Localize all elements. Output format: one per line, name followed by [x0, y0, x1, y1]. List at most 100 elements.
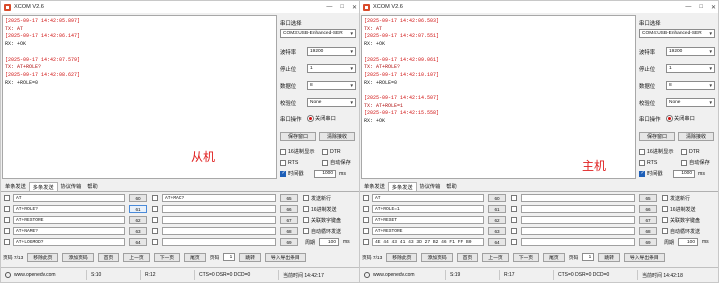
rts-checkbox-box[interactable]: [280, 159, 286, 166]
send-command-button[interactable]: 62: [488, 216, 506, 224]
import-export-button[interactable]: 导入导出条目: [623, 252, 665, 262]
stop-bits-select[interactable]: 1 ▼: [666, 64, 715, 73]
next-page-button[interactable]: 下一页: [512, 252, 540, 262]
send-command-button-2[interactable]: 65: [280, 194, 298, 202]
dtr-checkbox-box[interactable]: [322, 148, 328, 155]
send-command-button[interactable]: 63: [129, 227, 147, 235]
add-page-button[interactable]: 添加页码: [421, 252, 453, 262]
close-icon[interactable]: ✕: [711, 4, 716, 11]
send-command-button-2[interactable]: 69: [639, 238, 657, 246]
send-command-button[interactable]: 63: [488, 227, 506, 235]
command-field-2[interactable]: [162, 227, 276, 235]
jump-button[interactable]: 跳转: [239, 252, 261, 262]
send-command-button-2[interactable]: 67: [280, 216, 298, 224]
command-field-2[interactable]: AT+MAC?: [162, 194, 276, 202]
minimize-icon[interactable]: —: [326, 4, 332, 10]
remove-page-button[interactable]: 移除此页: [386, 252, 418, 262]
row-hex-checkbox[interactable]: [4, 206, 10, 212]
close-icon[interactable]: ✕: [352, 4, 357, 11]
next-page-button[interactable]: 下一页: [153, 252, 181, 262]
parity-select[interactable]: None ▼: [307, 98, 356, 107]
auto-loop-checkbox[interactable]: 自动循环发送: [662, 226, 700, 236]
row2-hex-checkbox[interactable]: [511, 239, 517, 245]
prev-page-button[interactable]: 上一页: [123, 252, 150, 262]
page-input[interactable]: 1: [223, 253, 236, 261]
rts-checkbox[interactable]: RTS: [280, 159, 322, 166]
row-hex-checkbox[interactable]: [4, 239, 10, 245]
hex-display-checkbox-box[interactable]: [280, 148, 286, 155]
command-field-2[interactable]: [162, 205, 276, 213]
send-command-button[interactable]: 64: [488, 238, 506, 246]
send-newline-checkbox[interactable]: 发送新行: [662, 193, 690, 203]
autosave-checkbox[interactable]: 自动保存: [681, 159, 715, 166]
clear-receive-button[interactable]: 清除接收: [319, 132, 355, 141]
command-field[interactable]: AT+NAME?: [13, 227, 125, 235]
website-link[interactable]: www.openedv.com: [1, 270, 87, 280]
tab-0[interactable]: 单条发送: [361, 182, 388, 191]
row-hex-checkbox[interactable]: [4, 228, 10, 234]
command-field[interactable]: AT+RESTORE: [372, 227, 484, 235]
tab-1[interactable]: 多条发送: [387, 182, 417, 191]
row2-hex-checkbox[interactable]: [152, 217, 158, 223]
remove-page-button[interactable]: 移除此页: [27, 252, 59, 262]
hex-display-checkbox-box[interactable]: [639, 148, 645, 155]
command-field[interactable]: AT+RESTORE: [13, 216, 125, 224]
port-select[interactable]: COM3:USB-Enhanced-SER ▼: [280, 29, 356, 38]
tab-2[interactable]: 协议传输: [58, 182, 85, 191]
jump-button[interactable]: 跳转: [598, 252, 620, 262]
command-field-2[interactable]: [521, 238, 635, 246]
receive-area[interactable]: [2025-09-17 14:42:05.897] TX: AT [2025-09-…: [2, 15, 277, 179]
tab-0[interactable]: 单条发送: [2, 182, 29, 191]
gear-icon[interactable]: [5, 272, 11, 278]
add-page-button[interactable]: 添加页码: [62, 252, 94, 262]
command-field[interactable]: AT+ROLE=1: [372, 205, 484, 213]
send-command-button-2[interactable]: 68: [280, 227, 298, 235]
auto-loop-checkbox[interactable]: 自动循环发送: [303, 226, 341, 236]
send-command-button[interactable]: 64: [129, 238, 147, 246]
dtr-checkbox-box[interactable]: [681, 148, 687, 155]
tab-3[interactable]: 帮助: [443, 182, 459, 191]
command-field-2[interactable]: [521, 205, 635, 213]
row-hex-checkbox[interactable]: [363, 195, 369, 201]
prev-page-button[interactable]: 上一页: [482, 252, 509, 262]
hex-send-checkbox[interactable]: 16进制发送: [303, 204, 337, 214]
row2-hex-checkbox[interactable]: [511, 228, 517, 234]
row2-hex-checkbox[interactable]: [511, 217, 517, 223]
link-keypad-checkbox[interactable]: 关联数字键盘: [303, 215, 341, 225]
tab-3[interactable]: 帮助: [84, 182, 100, 191]
command-field-2[interactable]: [162, 216, 276, 224]
row2-hex-checkbox[interactable]: [511, 206, 517, 212]
send-command-button[interactable]: 60: [488, 194, 506, 202]
hex-send-checkbox-box[interactable]: [303, 206, 309, 212]
row-hex-checkbox[interactable]: [363, 228, 369, 234]
row2-hex-checkbox[interactable]: [152, 195, 158, 201]
send-command-button-2[interactable]: 68: [639, 227, 657, 235]
port-status-indicator[interactable]: [666, 115, 673, 122]
send-command-button[interactable]: 61: [129, 205, 147, 213]
row2-hex-checkbox[interactable]: [152, 239, 158, 245]
tab-1[interactable]: 多条发送: [28, 182, 58, 191]
timestamp-checkbox-box[interactable]: [639, 170, 645, 177]
last-page-button[interactable]: 尾页: [184, 252, 206, 262]
command-field[interactable]: AT: [13, 194, 125, 202]
link-keypad-checkbox-box[interactable]: [662, 217, 668, 223]
import-export-button[interactable]: 导入导出条目: [264, 252, 306, 262]
row2-hex-checkbox[interactable]: [152, 206, 158, 212]
timestamp-checkbox[interactable]: 时间戳: [639, 170, 673, 177]
period-input[interactable]: 100: [678, 238, 698, 246]
command-field[interactable]: AT: [372, 194, 484, 202]
auto-loop-checkbox-box[interactable]: [303, 228, 309, 234]
send-newline-checkbox-box[interactable]: [303, 195, 309, 201]
send-newline-checkbox-box[interactable]: [662, 195, 668, 201]
command-field-2[interactable]: [521, 194, 635, 202]
parity-select[interactable]: None ▼: [666, 98, 715, 107]
last-page-button[interactable]: 尾页: [543, 252, 565, 262]
send-command-button-2[interactable]: 67: [639, 216, 657, 224]
send-command-button[interactable]: 61: [488, 205, 506, 213]
minimize-icon[interactable]: —: [685, 4, 691, 10]
timestamp-interval-input[interactable]: 1000: [314, 169, 336, 178]
dtr-checkbox[interactable]: DTR: [681, 148, 711, 155]
close-port-button[interactable]: 关闭串口: [315, 115, 336, 122]
command-field[interactable]: AT+LOGMOD?: [13, 238, 125, 246]
row-hex-checkbox[interactable]: [4, 217, 10, 223]
